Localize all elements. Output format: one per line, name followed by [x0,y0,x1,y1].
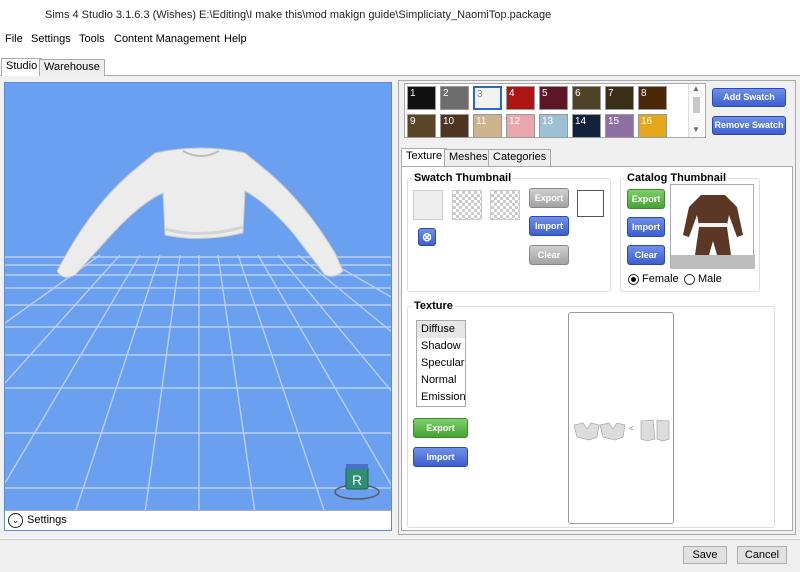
swatch-11[interactable]: 11 [473,114,502,138]
swatch-16[interactable]: 16 [638,114,667,138]
swatch-9[interactable]: 9 [407,114,436,138]
swatch-number: 8 [641,88,647,99]
catalog-thumbnail-image [670,184,755,269]
swatch-6[interactable]: 6 [572,86,601,110]
list-item-emission[interactable]: Emission [417,389,466,406]
r-badge-icon[interactable]: R [334,464,380,500]
settings-label: Settings [27,514,67,526]
swatch-scrollbar[interactable]: ▲ ▼ [688,84,704,137]
swatch-number: 1 [410,88,416,99]
swatch-import-button[interactable]: Import [529,216,569,236]
remove-swatch-button[interactable]: Remove Swatch [712,116,786,135]
swatch-number: 5 [542,88,548,99]
swatch-10[interactable]: 10 [440,114,469,138]
female-label: Female [642,273,679,285]
remove-thumbnail-icon[interactable]: ⊗ [418,228,436,246]
swatch-number: 6 [575,88,581,99]
scroll-up-icon[interactable]: ▲ [692,84,700,93]
scroll-down-icon[interactable]: ▼ [692,125,700,134]
swatch-2[interactable]: 2 [440,86,469,110]
menu-file[interactable]: File [5,33,23,45]
viewport-settings-bar[interactable]: ⌄ Settings [5,510,391,530]
swatch-thumbnail-label: Swatch Thumbnail [412,172,514,184]
swatch-8[interactable]: 8 [638,86,667,110]
texture-preview: < [568,312,674,524]
swatch-1[interactable]: 1 [407,86,436,110]
swatch-14[interactable]: 14 [572,114,601,138]
swatch-color-box[interactable] [577,190,604,217]
sweater-model [56,147,344,278]
swatch-number: 2 [443,88,449,99]
swatch-number: 10 [443,116,455,127]
window-title: Sims 4 Studio 3.1.6.3 (Wishes) E:\Editin… [45,9,552,21]
swatch-number: 13 [542,116,554,127]
tab-texture[interactable]: Texture [401,148,448,167]
cancel-button[interactable]: Cancel [737,546,787,564]
svg-text:R: R [352,472,362,488]
swatch-number: 9 [410,116,416,127]
texture-import-button[interactable]: Import [413,447,468,467]
menu-help[interactable]: Help [224,33,247,45]
tab-studio[interactable]: Studio [1,58,43,77]
swatch-grid: 1 2 3 4 5 6 7 8 9 10 11 12 13 14 15 16 [404,83,706,138]
3d-viewport[interactable]: R ⌄ Settings [4,82,392,531]
texture-label: Texture [412,300,455,312]
swatch-thumbnail-slot [452,190,482,220]
list-item-normal[interactable]: Normal [417,372,465,389]
footer-bar: Save Cancel [0,539,800,572]
swatch-12[interactable]: 12 [506,114,535,138]
outfit-thumbnail-icon [671,195,755,269]
floor-grid [5,254,391,513]
texture-export-button[interactable]: Export [413,418,468,438]
texture-map-image: < [573,419,670,442]
add-swatch-button[interactable]: Add Swatch [712,88,786,107]
swatch-number: 7 [608,88,614,99]
swatch-number: 3 [477,89,483,100]
tab-warehouse[interactable]: Warehouse [39,59,105,76]
scroll-thumb[interactable] [693,97,700,113]
svg-text:<: < [629,424,634,433]
catalog-clear-button[interactable]: Clear [627,245,665,265]
menu-tools[interactable]: Tools [79,33,105,45]
swatch-clear-button[interactable]: Clear [529,245,569,265]
tab-categories[interactable]: Categories [488,149,552,166]
swatch-number: 4 [509,88,515,99]
female-radio[interactable] [628,274,639,285]
menu-content-management[interactable]: Content Management [114,33,220,45]
swatch-thumbnail-slot [490,190,520,220]
tab-meshes[interactable]: Meshes [444,149,493,166]
swatch-13[interactable]: 13 [539,114,568,138]
list-item-specular[interactable]: Specular [417,355,465,372]
swatch-number: 12 [509,116,521,127]
list-item-shadow[interactable]: Shadow [417,338,465,355]
swatch-number: 14 [575,116,587,127]
swatch-number: 11 [476,116,487,127]
save-button[interactable]: Save [683,546,727,564]
menu-settings[interactable]: Settings [31,33,71,45]
chevron-down-icon[interactable]: ⌄ [8,513,23,528]
male-label: Male [698,273,722,285]
panel-scrollbar[interactable] [780,168,792,530]
swatch-export-button[interactable]: Export [529,188,569,208]
catalog-export-button[interactable]: Export [627,189,665,209]
title-bar: Sims 4 Studio 3.1.6.3 (Wishes) E:\Editin… [0,0,800,30]
viewport-scene: R [5,147,391,513]
catalog-thumbnail-label: Catalog Thumbnail [625,172,728,184]
catalog-import-button[interactable]: Import [627,217,665,237]
swatch-5[interactable]: 5 [539,86,568,110]
swatch-7[interactable]: 7 [605,86,634,110]
texture-channel-list[interactable]: Diffuse Shadow Specular Normal Emission [416,320,466,407]
swatch-number: 16 [641,116,653,127]
swatch-3[interactable]: 3 [473,86,502,110]
list-item-diffuse[interactable]: Diffuse [417,321,465,338]
swatch-thumbnail-preview [413,190,443,220]
swatch-4[interactable]: 4 [506,86,535,110]
menu-bar: File Settings Tools Content Management H… [0,31,800,49]
main-tabs: Studio Warehouse [0,58,800,77]
swatch-15[interactable]: 15 [605,114,634,138]
male-radio[interactable] [684,274,695,285]
swatch-number: 15 [608,116,620,127]
